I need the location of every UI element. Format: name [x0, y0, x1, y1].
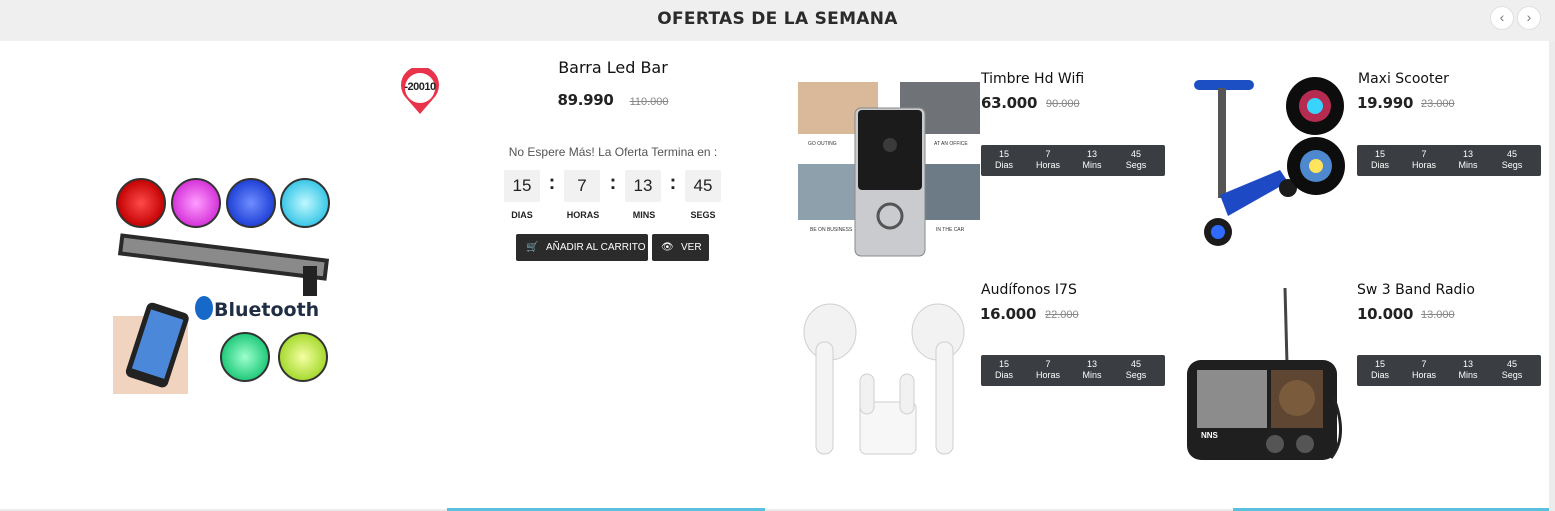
countdown-separator: : [609, 172, 617, 194]
timer-secs: 45 [1506, 359, 1517, 369]
product-timer: 15 Dias 7 Horas 13 Mins 45 Segs [981, 355, 1165, 386]
countdown-days-label: DIAS [511, 210, 533, 220]
timer-secs: 45 [1130, 149, 1141, 159]
doorbell-caption: IN THE CAR [936, 227, 965, 233]
timer-hours-label: Horas [1411, 160, 1436, 170]
timer-hours-label: Horas [1411, 370, 1436, 380]
timer-days: 15 [1374, 359, 1385, 369]
timer-days-label: Dias [1370, 370, 1389, 380]
offer-ends-note: No Espere Más! La Oferta Termina en : [508, 145, 718, 159]
product-old-price: 13.000 [1421, 309, 1455, 321]
timer-mins: 13 [1462, 359, 1473, 369]
doorbell-caption: BE ON BUSINESS [810, 227, 853, 233]
timer-mins-label: Mins [1458, 160, 1478, 170]
section-header: OFERTAS DE LA SEMANA ‹ › [0, 0, 1555, 41]
product-timer: 15 Dias 7 Horas 13 Mins 45 Segs [981, 145, 1165, 176]
section-title: OFERTAS DE LA SEMANA [657, 9, 898, 29]
timer-hours: 7 [1421, 149, 1427, 159]
product-timer: 15 Dias 7 Horas 13 Mins 45 Segs [1357, 145, 1541, 176]
countdown-separator: : [669, 172, 677, 194]
countdown-hours: 7 [564, 170, 600, 202]
timer-mins: 13 [1086, 359, 1097, 369]
carousel-prev-button[interactable]: ‹ [1490, 6, 1514, 30]
product-price: 16.000 [980, 305, 1037, 323]
countdown-hours-label: HORAS [566, 210, 600, 220]
countdown-mins-label: MINS [632, 210, 656, 220]
timer-days: 15 [1374, 149, 1385, 159]
timer-hours-label: Horas [1035, 160, 1060, 170]
product-image-earbuds[interactable] [800, 292, 980, 460]
countdown-days: 15 [504, 170, 540, 202]
bluetooth-logo-text: Bluetooth [214, 299, 319, 321]
product-image-doorbell[interactable]: GO OUTING AT AN OFFICE BE ON BUSINESS IN… [798, 80, 980, 258]
product-price: 19.990 [1357, 94, 1414, 112]
timer-days-label: Dias [1370, 160, 1389, 170]
timer-hours-label: Horas [1035, 370, 1060, 380]
timer-mins-label: Mins [1082, 160, 1102, 170]
product-old-price: 22.000 [1045, 309, 1079, 321]
timer-mins: 13 [1462, 149, 1473, 159]
timer-days: 15 [998, 149, 1009, 159]
timer-days-label: Dias [994, 370, 1013, 380]
timer-hours: 7 [1045, 149, 1051, 159]
timer-mins-label: Mins [1082, 370, 1102, 380]
doorbell-caption: AT AN OFFICE [934, 141, 968, 147]
countdown-secs: 45 [685, 170, 721, 202]
timer-mins: 13 [1086, 149, 1097, 159]
product-price: 63.000 [981, 94, 1038, 112]
timer-hours: 7 [1421, 359, 1427, 369]
product-name[interactable]: Sw 3 Band Radio [1357, 282, 1475, 298]
timer-secs-label: Segs [1125, 370, 1147, 380]
featured-price: 89.990 [557, 91, 614, 109]
cart-icon: 🛒 [526, 242, 539, 253]
radio-brand-text: NNS [1201, 431, 1219, 440]
featured-old-price: 110.000 [629, 96, 669, 108]
timer-secs-label: Segs [1501, 370, 1523, 380]
product-image-scooter[interactable] [1180, 70, 1352, 258]
scroll-edge [1549, 41, 1555, 511]
product-name[interactable]: Maxi Scooter [1358, 71, 1449, 87]
countdown-separator: : [548, 172, 556, 194]
timer-days-label: Dias [994, 160, 1013, 170]
product-name[interactable]: Timbre Hd Wifi [981, 71, 1084, 87]
product-old-price: 90.000 [1046, 98, 1080, 110]
add-to-cart-button[interactable]: 🛒 AÑADIR AL CARRITO [516, 234, 648, 261]
product-timer: 15 Dias 7 Horas 13 Mins 45 Segs [1357, 355, 1541, 386]
timer-secs-label: Segs [1125, 160, 1147, 170]
timer-secs: 45 [1506, 149, 1517, 159]
timer-hours: 7 [1045, 359, 1051, 369]
countdown-mins: 13 [625, 170, 661, 202]
product-image-radio[interactable]: NNS [1183, 286, 1349, 464]
timer-secs: 45 [1130, 359, 1141, 369]
featured-product-image[interactable]: Bluetooth [113, 176, 333, 396]
view-button[interactable]: 👁 VER [652, 234, 709, 261]
add-to-cart-label: AÑADIR AL CARRITO [546, 242, 646, 253]
timer-days: 15 [998, 359, 1009, 369]
featured-prices: 89.990 110.000 [458, 91, 768, 110]
eye-icon: 👁 [661, 242, 674, 253]
product-old-price: 23.000 [1421, 98, 1455, 110]
carousel-next-button[interactable]: › [1517, 6, 1541, 30]
timer-secs-label: Segs [1501, 160, 1523, 170]
chevron-right-icon: › [1526, 9, 1532, 25]
doorbell-caption: GO OUTING [808, 141, 837, 147]
product-price: 10.000 [1357, 305, 1414, 323]
discount-badge-text: -20010 [404, 81, 436, 93]
timer-mins-label: Mins [1458, 370, 1478, 380]
chevron-left-icon: ‹ [1499, 9, 1505, 25]
featured-product-name[interactable]: Barra Led Bar [458, 58, 768, 77]
countdown-secs-label: SEGS [690, 210, 716, 220]
view-label: VER [681, 242, 702, 253]
product-name[interactable]: Audífonos I7S [981, 282, 1077, 298]
